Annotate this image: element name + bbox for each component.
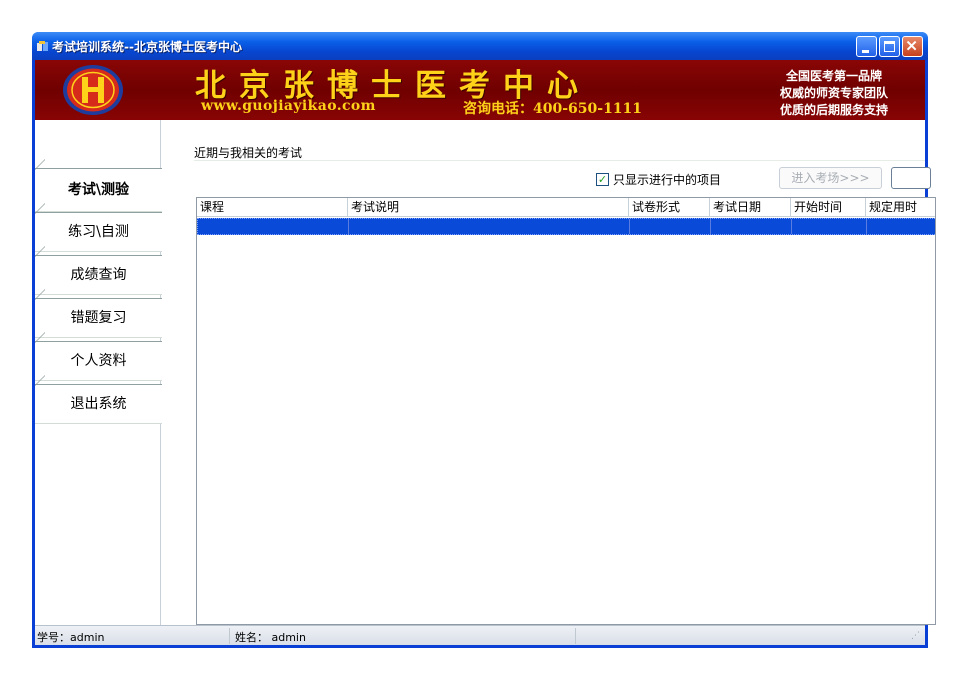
status-separator bbox=[229, 628, 230, 644]
status-separator bbox=[575, 628, 576, 644]
filter-checkbox-label[interactable]: 只显示进行中的项目 bbox=[613, 171, 721, 188]
column-header-description[interactable]: 考试说明 bbox=[348, 198, 629, 217]
column-header-duration[interactable]: 规定用时 bbox=[866, 198, 935, 217]
banner-slogan: 全国医考第一品牌 bbox=[785, 69, 882, 83]
table-cell bbox=[867, 219, 935, 234]
status-bar: 学号：admin 姓名： admin ⋰ bbox=[35, 625, 925, 645]
column-header-start-time[interactable]: 开始时间 bbox=[791, 198, 866, 217]
table-row[interactable] bbox=[197, 218, 935, 235]
banner-url: www.guojiayikao.com bbox=[201, 98, 376, 114]
table-header: 课程 考试说明 试卷形式 考试日期 开始时间 规定用时 bbox=[197, 198, 935, 217]
sidebar-item-review[interactable]: 错题复习 bbox=[35, 298, 162, 338]
table-cell bbox=[792, 219, 867, 234]
filter-checkbox[interactable]: ✓ bbox=[596, 173, 609, 186]
app-window: 考试培训系统--北京张博士医考中心 北京张博士医考中心 www.guojiayi… bbox=[32, 32, 936, 648]
table-cell bbox=[630, 219, 711, 234]
table-cell bbox=[711, 219, 792, 234]
logo bbox=[63, 65, 123, 115]
sidebar-item-logout[interactable]: 退出系统 bbox=[35, 384, 162, 424]
sidebar-item-label: 成绩查询 bbox=[70, 267, 127, 283]
divider bbox=[194, 160, 925, 161]
column-header-exam-date[interactable]: 考试日期 bbox=[710, 198, 791, 217]
main-panel: 近期与我相关的考试 ✓ 只显示进行中的项目 进入考场>>> 课程 考试说明 试卷… bbox=[162, 120, 936, 625]
status-student-id: 学号：admin bbox=[37, 631, 105, 644]
close-icon bbox=[906, 40, 917, 51]
banner-phone: 咨询电话：400-650-1111 bbox=[463, 101, 643, 117]
section-title: 近期与我相关的考试 bbox=[194, 146, 303, 160]
column-header-paper-type[interactable]: 试卷形式 bbox=[629, 198, 710, 217]
sidebar-item-label: 退出系统 bbox=[70, 396, 127, 412]
sidebar-nav: 考试\测验 练习\自测 成绩查询 错题复习 个人资料 退出系统 bbox=[35, 120, 162, 625]
table-cell bbox=[349, 219, 630, 234]
header-banner: 北京张博士医考中心 www.guojiayikao.com 咨询电话：400-6… bbox=[35, 60, 925, 120]
app-icon bbox=[37, 41, 48, 51]
minimize-icon bbox=[862, 50, 869, 53]
sidebar-item-label: 个人资料 bbox=[70, 353, 127, 369]
resize-grip-icon[interactable]: ⋰ bbox=[911, 631, 923, 643]
banner-slogan: 权威的师资专家团队 bbox=[779, 86, 888, 100]
column-header-course[interactable]: 课程 bbox=[197, 198, 348, 217]
sidebar-item-label: 练习\自测 bbox=[68, 224, 129, 240]
window-title: 考试培训系统--北京张博士医考中心 bbox=[52, 40, 242, 54]
sidebar-item-exam[interactable]: 考试\测验 bbox=[35, 168, 162, 212]
sidebar-item-profile[interactable]: 个人资料 bbox=[35, 341, 162, 381]
sidebar-item-label: 错题复习 bbox=[70, 310, 127, 326]
check-icon: ✓ bbox=[597, 173, 608, 186]
secondary-button[interactable] bbox=[891, 167, 931, 189]
sidebar-item-practice[interactable]: 练习\自测 bbox=[35, 212, 162, 252]
sidebar-item-label: 考试\测验 bbox=[67, 182, 130, 198]
status-name: 姓名： admin bbox=[235, 631, 306, 644]
maximize-button[interactable] bbox=[879, 36, 900, 57]
maximize-icon bbox=[884, 41, 895, 52]
title-bar[interactable]: 考试培训系统--北京张博士医考中心 bbox=[32, 32, 928, 60]
client-area: 北京张博士医考中心 www.guojiayikao.com 咨询电话：400-6… bbox=[35, 60, 936, 645]
banner-slogan: 优质的后期服务支持 bbox=[779, 103, 888, 117]
exam-table: 课程 考试说明 试卷形式 考试日期 开始时间 规定用时 bbox=[196, 197, 936, 625]
close-button[interactable] bbox=[902, 36, 923, 57]
table-cell bbox=[198, 219, 349, 234]
sidebar-item-scores[interactable]: 成绩查询 bbox=[35, 255, 162, 295]
minimize-button[interactable] bbox=[856, 36, 877, 57]
enter-exam-button[interactable]: 进入考场>>> bbox=[779, 167, 882, 189]
